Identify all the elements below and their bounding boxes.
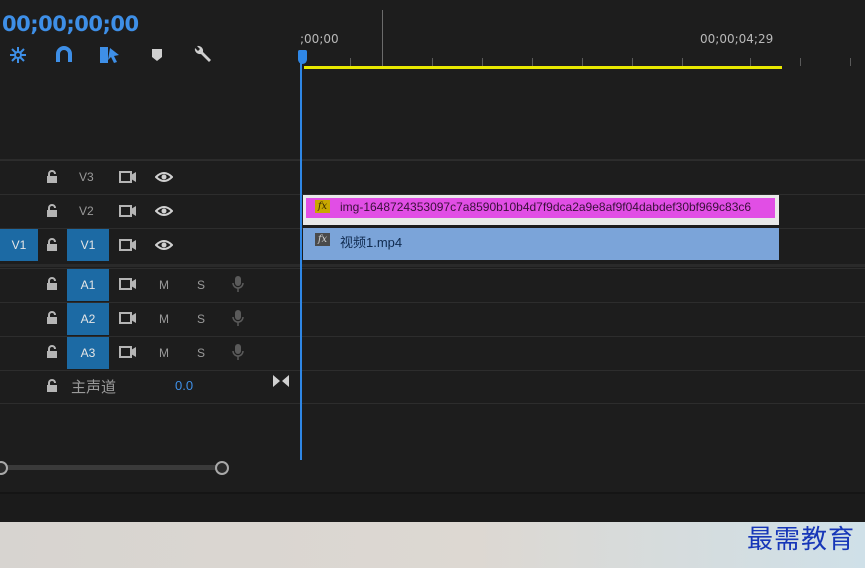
lock-icon[interactable] xyxy=(41,341,63,363)
ruler-tick xyxy=(432,58,433,66)
fx-badge-icon: fx xyxy=(315,233,330,246)
linked-selection-icon[interactable] xyxy=(99,44,121,66)
sync-lock-icon[interactable] xyxy=(117,234,139,256)
lock-icon[interactable] xyxy=(41,273,63,295)
ruler-start-timecode: ;00;00 xyxy=(300,32,339,46)
snap-nest-icon[interactable] xyxy=(7,44,29,66)
ruler-tick xyxy=(750,58,751,66)
eye-icon[interactable] xyxy=(153,200,175,222)
solo-button[interactable]: S xyxy=(197,312,205,326)
track-label-a1[interactable]: A1 xyxy=(67,269,109,301)
ruler-tick xyxy=(800,58,801,66)
playhead-line[interactable] xyxy=(300,62,302,460)
lock-icon[interactable] xyxy=(41,166,63,188)
master-track-label: 主声道 xyxy=(71,378,117,396)
ruler-tick xyxy=(850,58,851,66)
ruler-tick xyxy=(350,58,351,66)
playhead-timecode[interactable]: 00;00;00;00 xyxy=(2,12,139,36)
horizontal-scrollbar[interactable] xyxy=(3,465,221,470)
lock-icon[interactable] xyxy=(41,200,63,222)
magnet-snap-icon[interactable] xyxy=(53,44,75,66)
ruler-tick xyxy=(532,58,533,66)
eye-icon[interactable] xyxy=(153,166,175,188)
master-volume-value[interactable]: 0.0 xyxy=(175,378,193,393)
ruler-tick xyxy=(632,58,633,66)
wrench-settings-icon[interactable] xyxy=(191,44,213,66)
sync-lock-icon[interactable] xyxy=(117,307,139,329)
ruler-major-tick xyxy=(382,10,383,66)
solo-button[interactable]: S xyxy=(197,278,205,292)
mute-button[interactable]: M xyxy=(159,278,169,292)
watermark-logo: 最需教育 xyxy=(746,525,855,555)
eye-icon[interactable] xyxy=(153,234,175,256)
playhead-handle[interactable] xyxy=(298,50,307,64)
desktop-background xyxy=(0,522,865,568)
sync-lock-icon[interactable] xyxy=(117,200,139,222)
sync-lock-icon[interactable] xyxy=(117,166,139,188)
work-area-bar[interactable] xyxy=(304,66,782,69)
solo-button[interactable]: S xyxy=(197,346,205,360)
ruler-tick xyxy=(482,58,483,66)
panel-bottom-strip xyxy=(0,492,865,524)
microphone-icon[interactable] xyxy=(227,307,249,329)
scrollbar-right-handle[interactable] xyxy=(215,461,229,475)
add-marker-icon[interactable] xyxy=(146,44,168,66)
lock-icon[interactable] xyxy=(41,234,63,256)
go-to-in-out-icon[interactable] xyxy=(270,370,292,392)
mute-button[interactable]: M xyxy=(159,312,169,326)
ruler-end-timecode: 00;00;04;29 xyxy=(700,32,774,46)
track-label-v2[interactable]: V2 xyxy=(79,204,94,218)
track-label-v1[interactable]: V1 xyxy=(67,229,109,261)
clip-video-name: 视频1.mp4 xyxy=(340,235,403,250)
fx-badge-icon: fx xyxy=(315,200,330,213)
ruler-tick xyxy=(682,58,683,66)
microphone-icon[interactable] xyxy=(227,341,249,363)
track-row-master xyxy=(0,370,865,404)
scrollbar-left-handle[interactable] xyxy=(0,461,8,475)
sync-lock-icon[interactable] xyxy=(117,341,139,363)
microphone-icon[interactable] xyxy=(227,273,249,295)
track-label-a2[interactable]: A2 xyxy=(67,303,109,335)
lock-icon[interactable] xyxy=(41,375,63,397)
lock-icon[interactable] xyxy=(41,307,63,329)
ruler-tick xyxy=(582,58,583,66)
sync-lock-icon[interactable] xyxy=(117,273,139,295)
clip-image-name: img-1648724353097c7a8590b10b4d7f9dca2a9e… xyxy=(340,200,752,214)
source-patch-v1[interactable]: V1 xyxy=(0,229,38,261)
video-audio-divider[interactable] xyxy=(0,264,865,267)
master-bottom-border xyxy=(0,403,865,404)
track-label-a3[interactable]: A3 xyxy=(67,337,109,369)
track-label-v3[interactable]: V3 xyxy=(79,170,94,184)
mute-button[interactable]: M xyxy=(159,346,169,360)
